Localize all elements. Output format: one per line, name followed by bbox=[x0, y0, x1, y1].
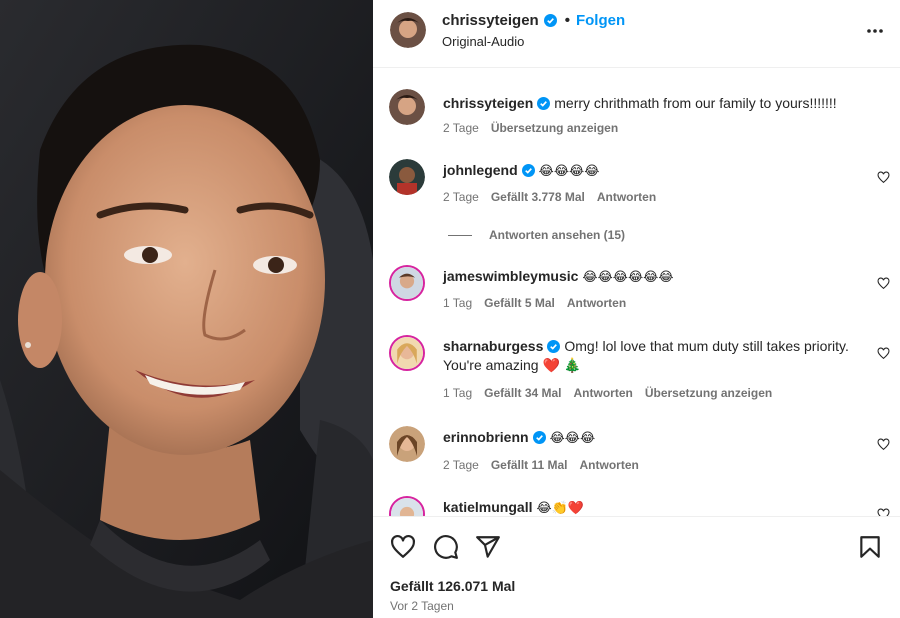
caption-author-avatar[interactable] bbox=[389, 89, 425, 125]
caption-time[interactable]: 2 Tage bbox=[443, 121, 479, 135]
view-replies-label: Antworten ansehen (15) bbox=[489, 228, 626, 242]
like-comment-heart-icon[interactable] bbox=[877, 347, 890, 360]
like-comment-heart-icon[interactable] bbox=[877, 508, 890, 516]
instagram-post-view: chrissyteigen • Folgen Original-Audio ch… bbox=[0, 0, 900, 618]
reply-button[interactable]: Antworten bbox=[597, 190, 656, 204]
comment-text-line: johnlegend 😂😂😂😂 bbox=[443, 161, 863, 181]
commenter-avatar[interactable] bbox=[389, 496, 425, 516]
follow-button[interactable]: Folgen bbox=[576, 12, 625, 29]
comment-time[interactable]: 1 Tag bbox=[443, 386, 472, 400]
comment-meta: 1 Tag Gefällt 34 Mal Antworten Übersetzu… bbox=[443, 386, 772, 400]
separator-dot: • bbox=[564, 12, 570, 29]
comment-likes[interactable]: Gefällt 34 Mal bbox=[484, 386, 561, 400]
post-likes-count[interactable]: Gefällt 126.071 Mal bbox=[390, 578, 515, 594]
caption-meta: 2 Tage Übersetzung anzeigen bbox=[443, 121, 618, 135]
comment-text: 😂😂😂 bbox=[549, 431, 596, 446]
comment-text: 😂👏❤️ bbox=[536, 501, 585, 516]
comment-time[interactable]: 2 Tage bbox=[443, 190, 479, 204]
post-actions: Gefällt 126.071 Mal Vor 2 Tagen bbox=[373, 516, 900, 618]
comment-username[interactable]: sharnaburgess bbox=[443, 338, 543, 354]
share-send-icon[interactable] bbox=[475, 534, 501, 560]
reply-button[interactable]: Antworten bbox=[580, 458, 639, 472]
more-horizontal-icon[interactable] bbox=[866, 22, 884, 40]
verified-badge-icon bbox=[521, 163, 535, 177]
comment-text: 😂😂😂😂😂😂 bbox=[582, 270, 674, 285]
comment-meta: 2 Tage Gefällt 3.778 Mal Antworten bbox=[443, 190, 656, 204]
like-comment-heart-icon[interactable] bbox=[877, 438, 890, 451]
commenter-avatar[interactable] bbox=[389, 265, 425, 301]
comment-text-line: katielmungall 😂👏❤️ bbox=[443, 498, 863, 516]
comment-meta: 2 Tage Gefällt 11 Mal Antworten bbox=[443, 458, 639, 472]
comment-username[interactable]: johnlegend bbox=[443, 162, 518, 178]
comment-text-line: jameswimbleymusic 😂😂😂😂😂😂 bbox=[443, 267, 863, 287]
comment-bubble-icon[interactable] bbox=[433, 534, 459, 560]
verified-badge-icon bbox=[537, 96, 551, 110]
post-header: chrissyteigen • Folgen Original-Audio bbox=[373, 0, 900, 68]
replies-divider bbox=[448, 234, 472, 236]
comment-text: 😂😂😂😂 bbox=[538, 164, 600, 179]
like-heart-icon[interactable] bbox=[390, 534, 416, 560]
post-date[interactable]: Vor 2 Tagen bbox=[390, 599, 454, 613]
comment-likes[interactable]: Gefällt 5 Mal bbox=[484, 296, 555, 310]
author-line: chrissyteigen • Folgen bbox=[442, 12, 625, 29]
post-media[interactable] bbox=[0, 0, 373, 618]
verified-badge-icon bbox=[532, 430, 546, 444]
verified-badge-icon bbox=[543, 14, 557, 27]
comment-time[interactable]: 2 Tage bbox=[443, 458, 479, 472]
save-bookmark-icon[interactable] bbox=[857, 534, 883, 560]
reply-button[interactable]: Antworten bbox=[567, 296, 626, 310]
commenter-avatar[interactable] bbox=[389, 159, 425, 195]
comment-username[interactable]: erinnobrienn bbox=[443, 429, 529, 445]
caption-username[interactable]: chrissyteigen bbox=[443, 95, 533, 111]
author-username[interactable]: chrissyteigen bbox=[442, 12, 539, 29]
translate-button[interactable]: Übersetzung anzeigen bbox=[645, 386, 772, 400]
reply-button[interactable]: Antworten bbox=[574, 386, 633, 400]
comment-text-line: sharnaburgess Omg! lol love that mum duty… bbox=[443, 337, 863, 375]
comment-username[interactable]: jameswimbleymusic bbox=[443, 268, 578, 284]
comment-text-line: erinnobrienn 😂😂😂 bbox=[443, 428, 863, 448]
comments-list[interactable]: chrissyteigen merry chrithmath from our f… bbox=[373, 69, 900, 516]
commenter-avatar[interactable] bbox=[389, 426, 425, 462]
comment-meta: 1 Tag Gefällt 5 Mal Antworten bbox=[443, 296, 626, 310]
post-details-panel: chrissyteigen • Folgen Original-Audio ch… bbox=[373, 0, 900, 618]
like-comment-heart-icon[interactable] bbox=[877, 171, 890, 184]
comment-likes[interactable]: Gefällt 3.778 Mal bbox=[491, 190, 585, 204]
comment-likes[interactable]: Gefällt 11 Mal bbox=[491, 458, 568, 472]
post-photo bbox=[0, 0, 373, 618]
translate-button[interactable]: Übersetzung anzeigen bbox=[491, 121, 618, 135]
author-avatar[interactable] bbox=[390, 12, 426, 48]
commenter-avatar[interactable] bbox=[389, 335, 425, 371]
comment-username[interactable]: katielmungall bbox=[443, 499, 532, 515]
comment-time[interactable]: 1 Tag bbox=[443, 296, 472, 310]
caption-text: merry chrithmath from our family to your… bbox=[554, 95, 837, 111]
verified-badge-icon bbox=[547, 339, 561, 353]
like-comment-heart-icon[interactable] bbox=[877, 277, 890, 290]
audio-label[interactable]: Original-Audio bbox=[442, 34, 524, 49]
caption-text-line: chrissyteigen merry chrithmath from our f… bbox=[443, 94, 863, 113]
view-replies-button[interactable]: Antworten ansehen (15) bbox=[448, 228, 625, 242]
